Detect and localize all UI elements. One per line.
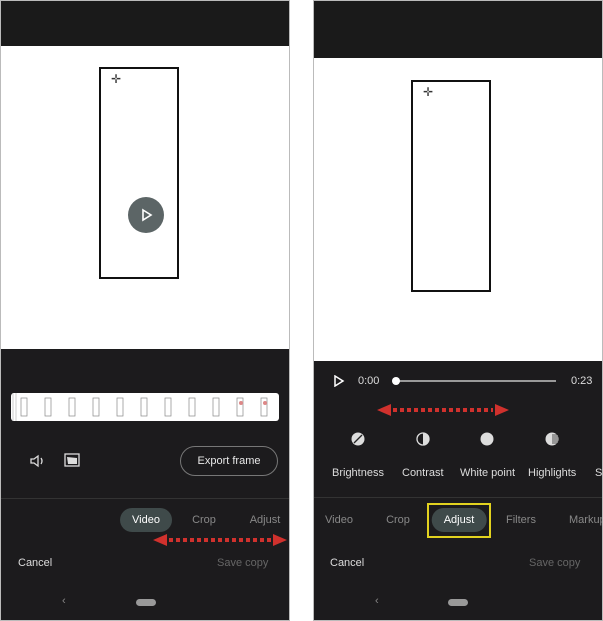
- crosshair-icon: ✛: [423, 85, 434, 99]
- status-area: [1, 1, 289, 46]
- play-icon[interactable]: [333, 375, 345, 387]
- tool-next-partial[interactable]: S: [595, 467, 602, 479]
- contrast-icon[interactable]: [416, 432, 430, 446]
- cancel-button[interactable]: Cancel: [330, 557, 364, 569]
- highlights-icon[interactable]: [545, 432, 559, 446]
- right-phone-screen: ✛ 0:00 0:23 Brightness Contrast White po…: [313, 0, 603, 621]
- tab-video[interactable]: Video: [120, 508, 172, 532]
- tab-crop[interactable]: Crop: [192, 514, 216, 526]
- status-area: [314, 1, 602, 58]
- tab-filters[interactable]: Filters: [506, 514, 536, 526]
- tool-white-point[interactable]: White point: [460, 467, 515, 479]
- crosshair-icon: ✛: [111, 72, 122, 86]
- seek-handle[interactable]: [392, 377, 400, 385]
- save-copy-button[interactable]: Save copy: [529, 557, 580, 569]
- current-time: 0:00: [358, 375, 380, 387]
- volume-icon[interactable]: [29, 453, 47, 469]
- tool-highlights[interactable]: Highlights: [528, 467, 576, 479]
- export-frame-button[interactable]: Export frame: [180, 446, 278, 476]
- save-copy-button[interactable]: Save copy: [217, 557, 268, 569]
- nav-back-icon[interactable]: ‹: [62, 595, 66, 607]
- filmstrip-timeline[interactable]: [11, 390, 279, 424]
- filmstrip-thumbnails: [12, 390, 268, 424]
- stabilize-icon[interactable]: [64, 453, 80, 467]
- left-phone-screen: ✛ Export frame Video Crop Adjust Cancel …: [0, 0, 290, 621]
- white-point-icon[interactable]: [480, 432, 494, 446]
- tab-video[interactable]: Video: [325, 514, 353, 526]
- annotation-double-arrow: [153, 534, 287, 546]
- divider: [1, 498, 289, 499]
- tab-adjust[interactable]: Adjust: [431, 508, 487, 532]
- video-preview: ✛: [314, 58, 602, 361]
- tab-markup[interactable]: Markup: [569, 514, 602, 526]
- seek-bar[interactable]: [396, 380, 556, 382]
- tool-contrast[interactable]: Contrast: [402, 467, 444, 479]
- tab-crop[interactable]: Crop: [386, 514, 410, 526]
- video-frame: ✛: [99, 67, 179, 279]
- total-duration: 0:23: [571, 375, 593, 387]
- divider: [314, 497, 602, 498]
- annotation-double-arrow: [377, 404, 509, 416]
- video-preview: ✛: [1, 46, 289, 349]
- cancel-button[interactable]: Cancel: [18, 557, 52, 569]
- play-icon: [142, 208, 153, 222]
- tab-adjust[interactable]: Adjust: [250, 514, 281, 526]
- play-button[interactable]: [128, 197, 164, 233]
- nav-back-icon[interactable]: ‹: [375, 595, 379, 607]
- tool-brightness[interactable]: Brightness: [332, 467, 384, 479]
- brightness-icon[interactable]: [351, 432, 365, 446]
- nav-home-pill[interactable]: [448, 599, 468, 606]
- video-frame: ✛: [411, 80, 491, 292]
- nav-home-pill[interactable]: [136, 599, 156, 606]
